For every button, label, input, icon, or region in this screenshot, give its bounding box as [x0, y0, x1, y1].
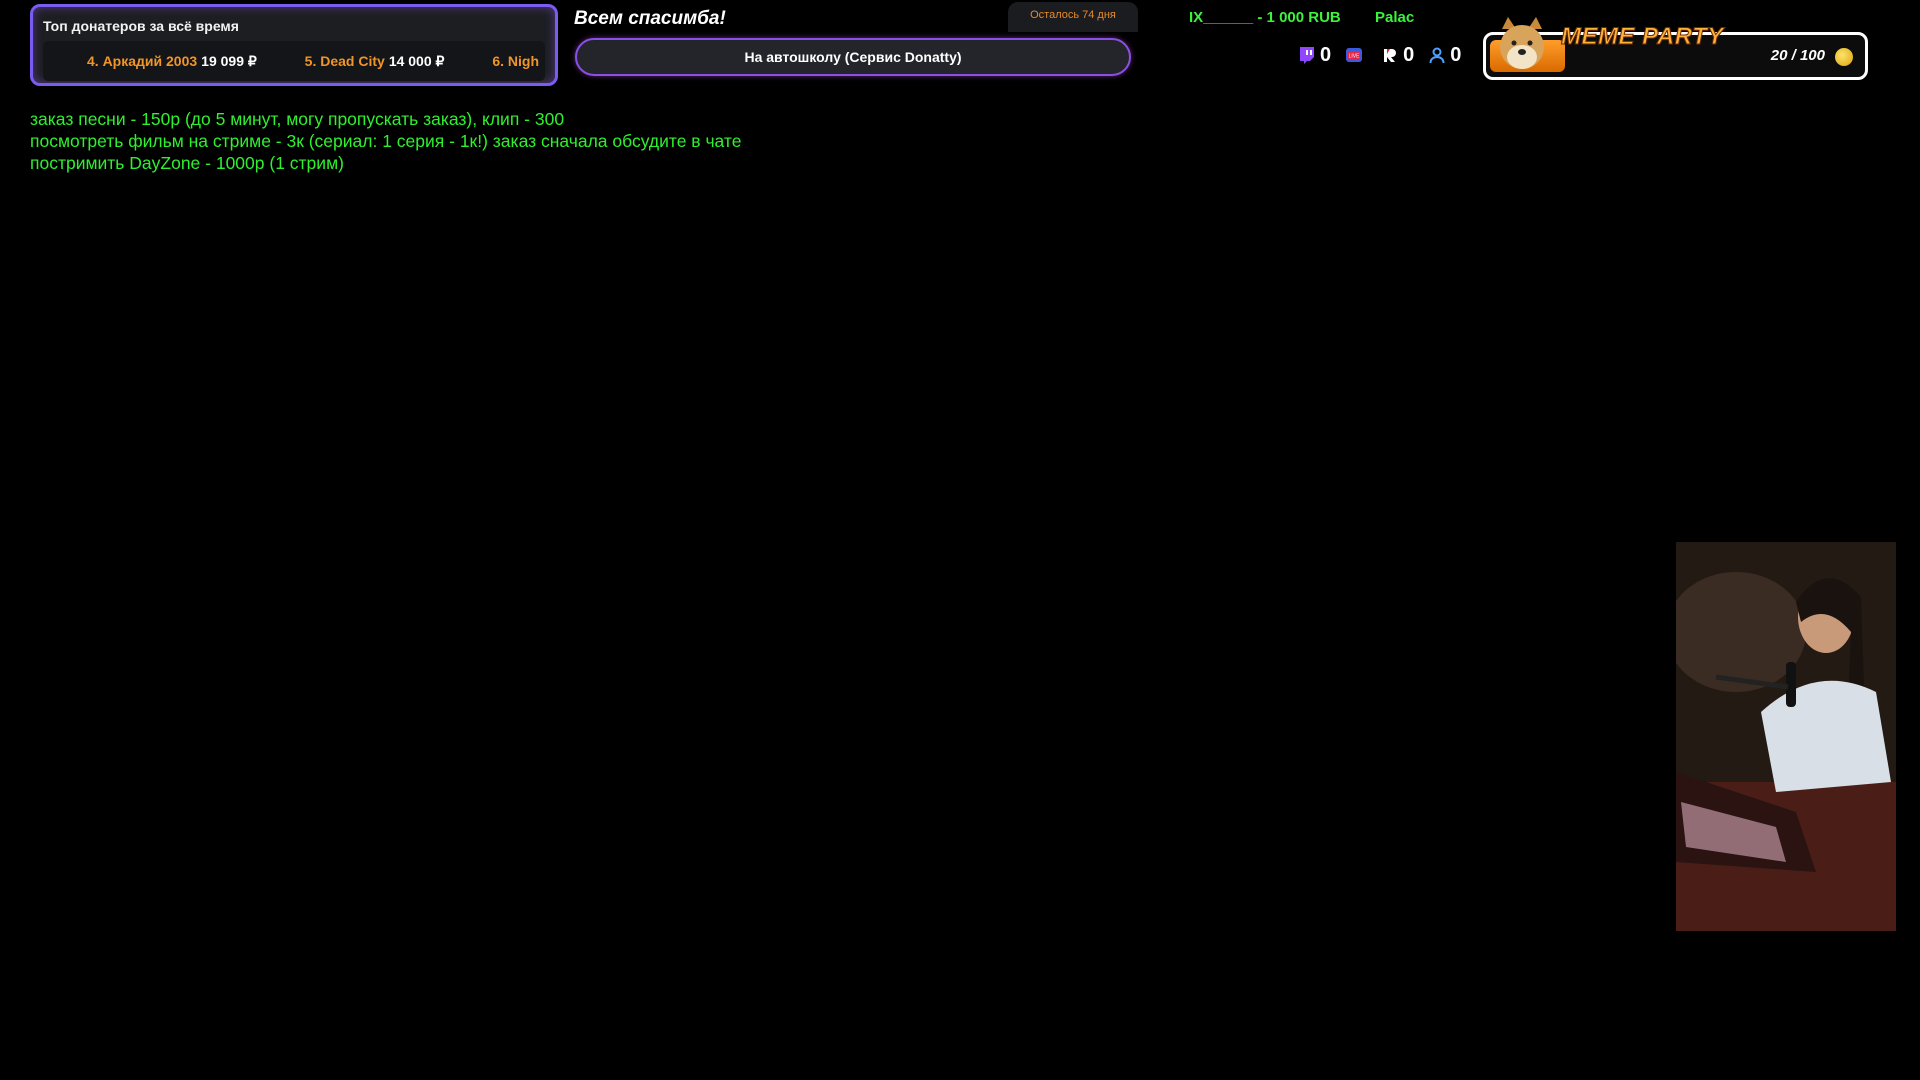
ticker-donation: IX______ - 1 000 RUB [1189, 9, 1341, 26]
donor-name: 6. Nigh [492, 53, 539, 69]
meme-party-title: MEME PARTY [1561, 23, 1724, 51]
counter-value: 0 [1403, 43, 1415, 66]
donor-name: 4. Аркадий 2003 [87, 53, 198, 69]
platform-counters: 0 LIVE 0 0 [1298, 42, 1475, 68]
counter-live: LIVE [1345, 46, 1367, 64]
counter-r: 0 [1381, 44, 1414, 67]
price-list-line: постримить DayZone - 1000р (1 стрим) [30, 153, 344, 173]
donor-amount: 14 000 ₽ [388, 53, 445, 69]
goal-progress-bar: На автошколу (Сервис Donatty) [575, 38, 1131, 76]
doge-icon [1492, 15, 1552, 77]
donor-item: 5. Dead City 14 000 ₽ [305, 41, 445, 81]
counter-value: 0 [1320, 43, 1332, 66]
meme-party-count: 20 / 100 [1770, 47, 1825, 64]
donor-amount: 19 099 ₽ [201, 53, 257, 69]
price-list-line: заказ песни - 150р (до 5 минут, могу про… [30, 109, 565, 129]
counter-viewers: 0 [1428, 44, 1461, 67]
live-icon: LIVE [1345, 46, 1363, 64]
coin-icon [1835, 48, 1853, 66]
viewers-icon [1428, 46, 1446, 64]
goal-title: На автошколу (Сервис Donatty) [744, 49, 962, 65]
price-list-line: посмотреть фильм на стриме - 3к (сериал:… [30, 131, 742, 151]
donor-item: 4. Аркадий 2003 19 099 ₽ [87, 41, 257, 81]
top-donors-panel: Топ донатеров за всё время 4. Аркадий 20… [30, 4, 558, 86]
top-donors-list: 4. Аркадий 2003 19 099 ₽ 5. Dead City 14 0… [43, 41, 545, 81]
donor-name: 5. Dead City [304, 53, 385, 69]
counter-twitch: 0 [1298, 44, 1331, 67]
goal-heading: Всем спасимба! [574, 8, 726, 29]
twitch-icon [1298, 46, 1316, 64]
svg-text:LIVE: LIVE [1349, 54, 1361, 60]
r-icon [1381, 46, 1399, 64]
ticker-name: Palac [1375, 9, 1415, 26]
goal-days-left: Осталось 74 дня [1008, 2, 1138, 32]
price-list: заказ песни - 150р (до 5 минут, могу про… [30, 108, 741, 174]
counter-value: 0 [1450, 43, 1462, 66]
top-donors-title: Топ донатеров за всё время [43, 18, 239, 34]
donor-item: 6. Nigh [492, 41, 543, 81]
meme-party-widget: MEME PARTY 20 / 100 [1483, 17, 1868, 80]
webcam-feed [1676, 542, 1896, 931]
